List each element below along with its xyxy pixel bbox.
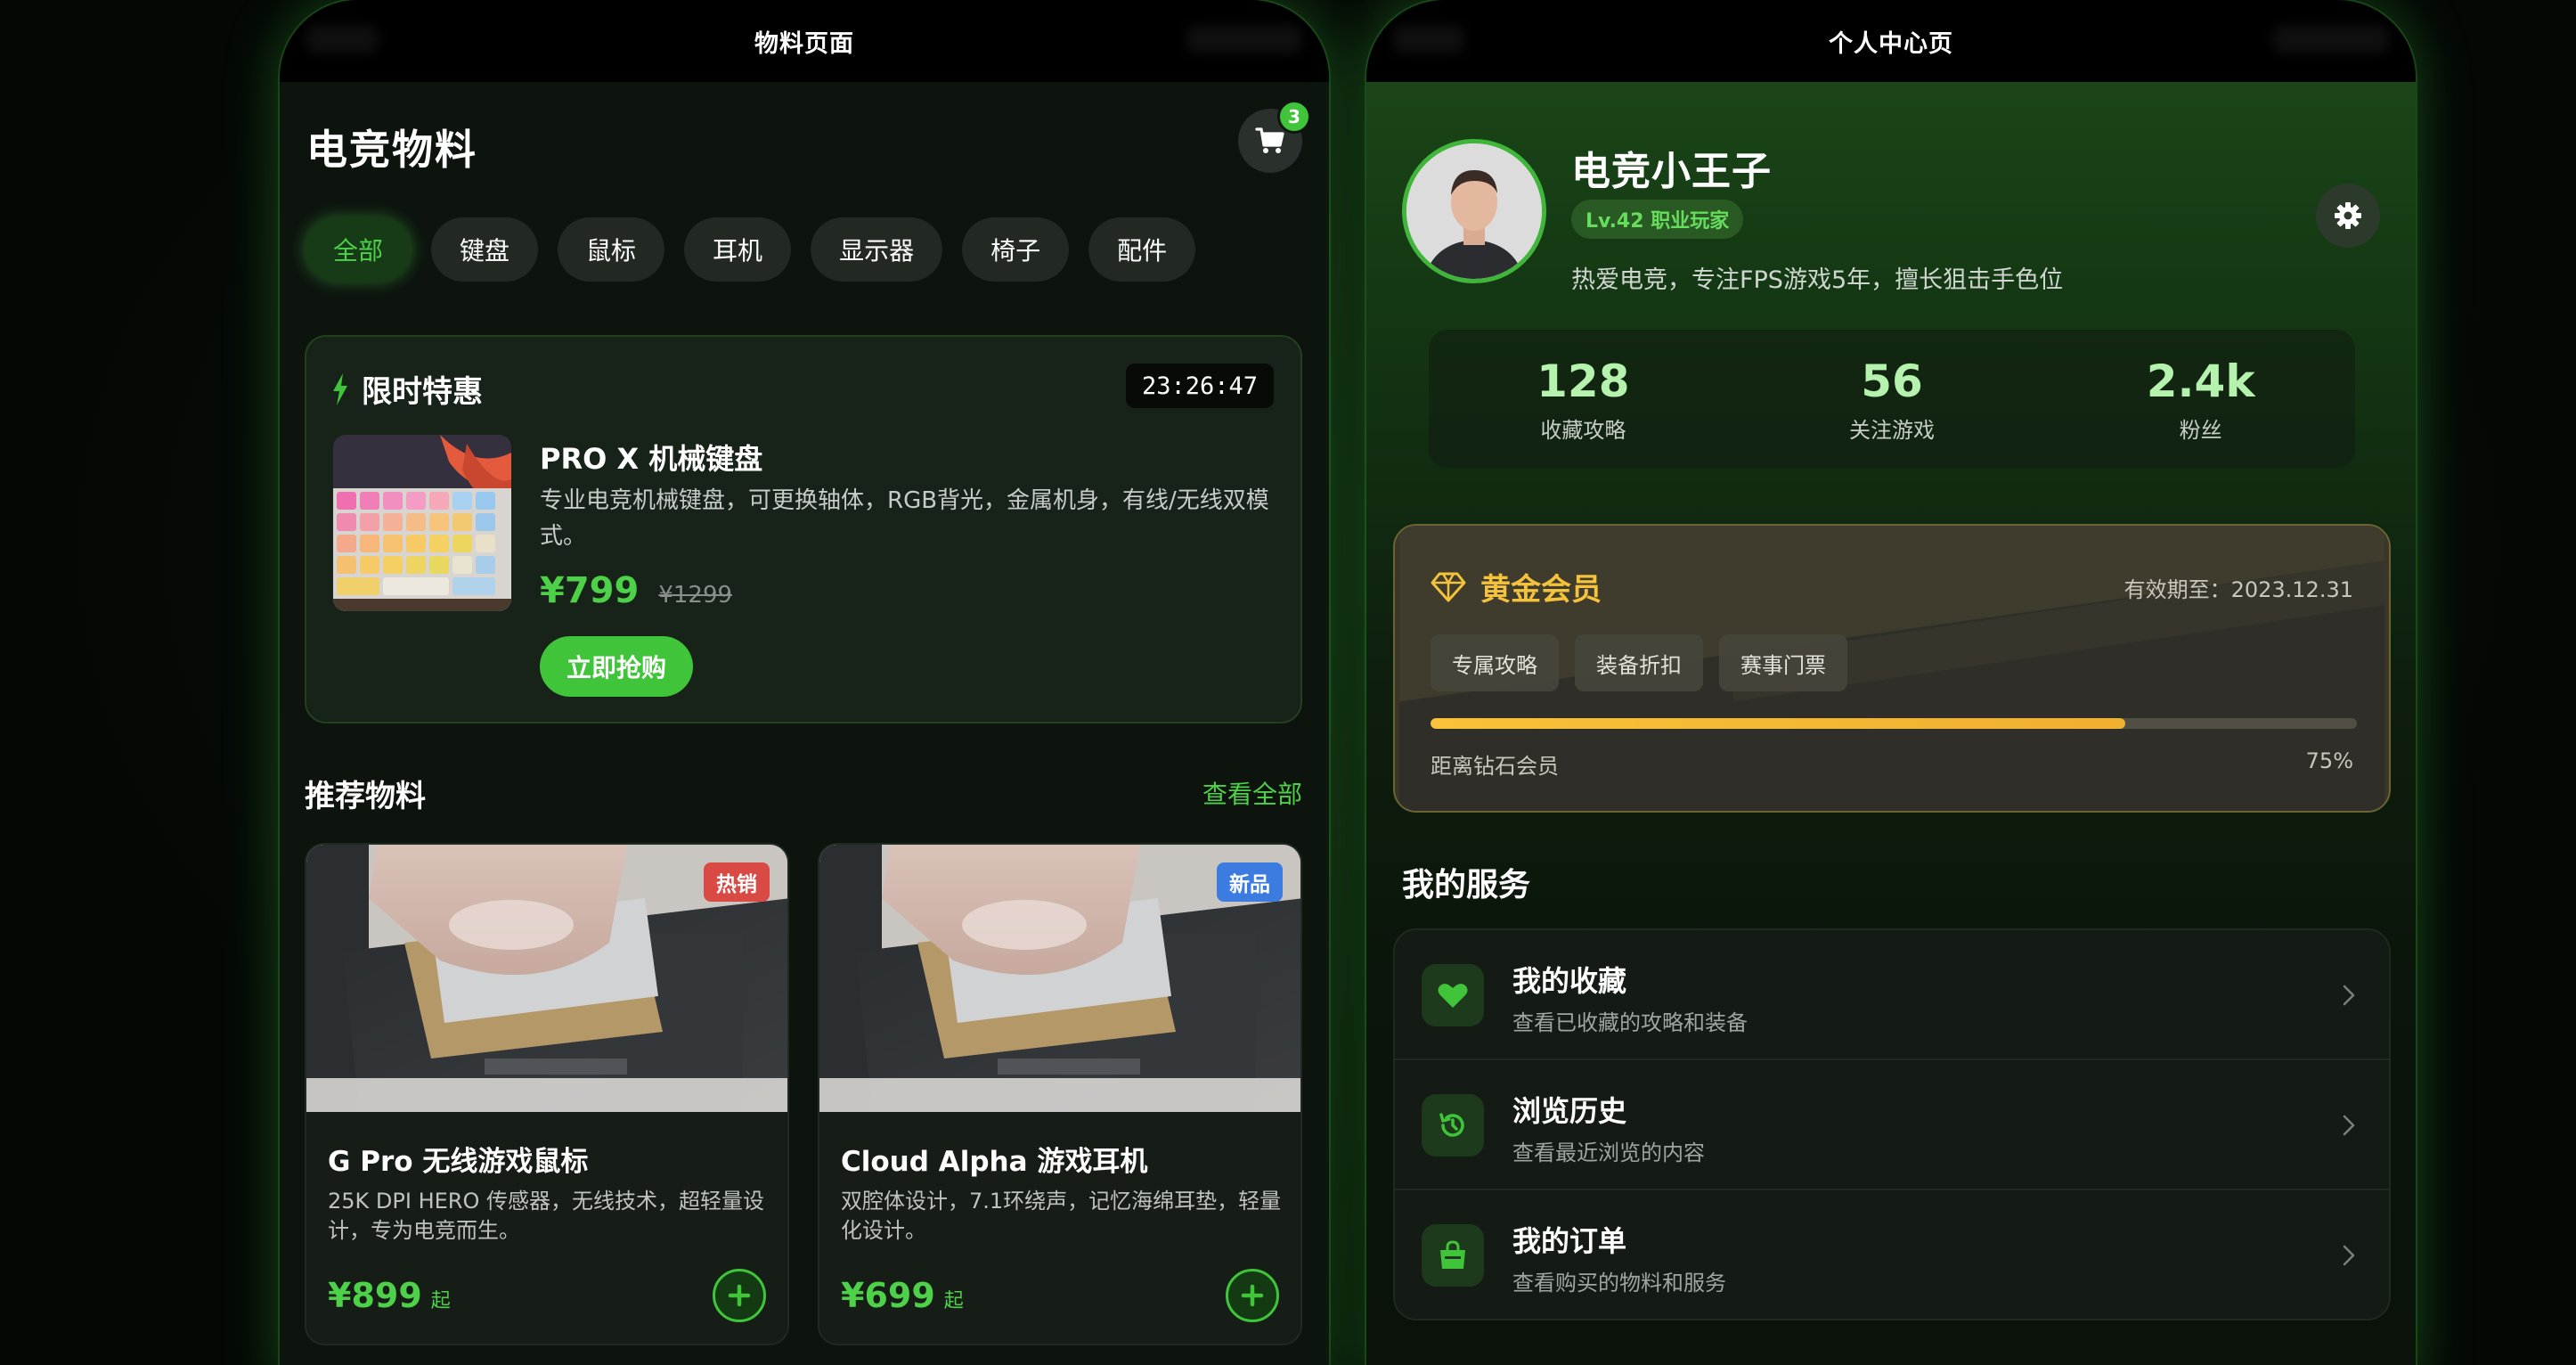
vip-progress-text: 75% bbox=[2305, 748, 2353, 773]
vip-progress-hint: 距离钻石会员 bbox=[1431, 754, 1559, 779]
service-name: 我的收藏 bbox=[1512, 964, 1627, 998]
settings-button[interactable] bbox=[2316, 184, 2380, 248]
heart-icon bbox=[1438, 984, 1468, 1008]
lightning-icon bbox=[333, 372, 347, 405]
add-to-cart-button[interactable] bbox=[713, 1269, 766, 1322]
status-bar: 物料页面 bbox=[280, 0, 1329, 82]
countdown-timer: 23:26:47 bbox=[1125, 364, 1274, 408]
product-image: 热销 bbox=[306, 845, 787, 1112]
service-name: 我的订单 bbox=[1512, 1224, 1627, 1258]
perk-item[interactable]: 赛事门票 bbox=[1719, 634, 1847, 691]
flash-sale-header: 限时特惠 bbox=[331, 367, 483, 411]
hot-badge: 热销 bbox=[704, 862, 770, 902]
services-title: 我的服务 bbox=[1402, 867, 1531, 903]
price-suffix: 起 bbox=[430, 1290, 451, 1312]
service-favorites[interactable]: 我的收藏 查看已收藏的攻略和装备 bbox=[1395, 930, 2389, 1060]
vip-progress-fill bbox=[1431, 718, 2125, 729]
tab-all[interactable]: 全部 bbox=[305, 217, 412, 282]
product-desc: 25K DPI HERO 传感器，无线技术，超轻量设计，专为电竞而生。 bbox=[328, 1189, 764, 1243]
tab-monitor[interactable]: 显示器 bbox=[811, 217, 943, 282]
recommend-title: 推荐物料 bbox=[305, 779, 426, 814]
keyboard-image[interactable] bbox=[333, 435, 511, 611]
shopping-bag-icon bbox=[1440, 1240, 1465, 1269]
history-icon bbox=[1439, 1113, 1464, 1137]
product-card[interactable]: 新品 Cloud Alpha 游戏耳机 双腔体设计，7.1环绕声，记忆海绵耳垫，… bbox=[818, 843, 1302, 1345]
stats-panel: 128 收藏攻略 56 关注游戏 2.4k 粉丝 bbox=[1429, 330, 2355, 469]
perk-item[interactable]: 装备折扣 bbox=[1575, 634, 1703, 691]
user-name: 电竞小王子 bbox=[1571, 149, 1772, 194]
diamond-icon bbox=[1431, 572, 1466, 601]
vip-header: 黄金会员 bbox=[1431, 565, 1602, 609]
chevron-right-icon bbox=[2343, 1245, 2355, 1266]
plus-icon bbox=[1241, 1284, 1264, 1307]
chevron-right-icon bbox=[2343, 1115, 2355, 1136]
flash-product-name[interactable]: PRO X 机械键盘 bbox=[540, 437, 762, 478]
avatar[interactable] bbox=[1402, 139, 1546, 283]
stat-fans[interactable]: 2.4k 粉丝 bbox=[2046, 330, 2355, 469]
category-tabs: 全部 键盘 鼠标 耳机 显示器 椅子 配件 bbox=[305, 217, 1196, 282]
flash-old-price: ¥1299 bbox=[658, 582, 733, 609]
flash-price: ¥799 bbox=[540, 570, 640, 611]
product-name: G Pro 无线游戏鼠标 bbox=[328, 1146, 589, 1178]
product-name: Cloud Alpha 游戏耳机 bbox=[841, 1146, 1148, 1178]
service-history[interactable]: 浏览历史 查看最近浏览的内容 bbox=[1395, 1060, 2389, 1190]
product-price: ¥699 bbox=[841, 1276, 935, 1315]
flash-sale-card: 限时特惠 23:26:47 PRO X 机械键盘 专业电竞机械键盘，可更换轴体，… bbox=[305, 335, 1302, 723]
vip-perks: 专属攻略 装备折扣 赛事门票 bbox=[1431, 634, 1847, 691]
product-card[interactable]: 热销 G Pro 无线游戏鼠标 25K DPI HERO 传感器，无线技术，超轻… bbox=[305, 843, 789, 1345]
vip-progress-bar bbox=[1431, 718, 2357, 729]
service-name: 浏览历史 bbox=[1512, 1094, 1627, 1128]
status-title: 物料页面 bbox=[754, 29, 854, 58]
add-to-cart-button[interactable] bbox=[1226, 1269, 1279, 1322]
tab-keyboard[interactable]: 键盘 bbox=[431, 217, 539, 282]
new-badge: 新品 bbox=[1217, 862, 1283, 902]
cart-count-badge: 3 bbox=[1277, 100, 1311, 134]
level-badge: Lv.42 职业玩家 bbox=[1571, 200, 1744, 239]
service-desc: 查看最近浏览的内容 bbox=[1512, 1140, 1705, 1165]
tab-chair[interactable]: 椅子 bbox=[962, 217, 1070, 282]
service-desc: 查看购买的物料和服务 bbox=[1512, 1271, 1726, 1296]
stat-following[interactable]: 56 关注游戏 bbox=[1738, 330, 2047, 469]
stat-favorites[interactable]: 128 收藏攻略 bbox=[1429, 330, 1738, 469]
page-title: 电竞物料 bbox=[306, 126, 477, 174]
canvas: 物料页面 电竞物料 3 全部 键盘 鼠标 耳机 显示器 椅子 配件 限时特惠 2… bbox=[0, 0, 2576, 1365]
flash-product-desc: 专业电竞机械键盘，可更换轴体，RGB背光，金属机身，有线/无线双模式。 bbox=[540, 487, 1269, 550]
price-suffix: 起 bbox=[943, 1290, 964, 1312]
vip-card[interactable]: 黄金会员 有效期至：2023.12.31 专属攻略 装备折扣 赛事门票 距离钻石… bbox=[1393, 524, 2391, 813]
flash-sale-title: 限时特惠 bbox=[362, 374, 483, 410]
perk-item[interactable]: 专属攻略 bbox=[1431, 634, 1559, 691]
profile-screen: 个人中心页 电竞小王子 Lv.42 职业玩家 热爱电竞，专注FPS游戏5年，擅长… bbox=[1366, 0, 2416, 1365]
view-all-link[interactable]: 查看全部 bbox=[1202, 775, 1302, 811]
product-price-row: ¥699 起 bbox=[841, 1276, 964, 1315]
buy-now-button[interactable]: 立即抢购 bbox=[540, 636, 693, 697]
cart-icon bbox=[1255, 127, 1284, 153]
services-list: 我的收藏 查看已收藏的攻略和装备 浏览历史 查看最近浏览的内容 我的订单 查看购… bbox=[1393, 928, 2391, 1320]
status-title: 个人中心页 bbox=[1829, 29, 1953, 58]
plus-icon bbox=[728, 1284, 751, 1307]
user-bio: 热爱电竞，专注FPS游戏5年，擅长狙击手色位 bbox=[1571, 266, 2064, 294]
chevron-right-icon bbox=[2343, 985, 2355, 1006]
vip-expire: 有效期至：2023.12.31 bbox=[2124, 577, 2353, 602]
product-price-row: ¥899 起 bbox=[328, 1276, 451, 1315]
tab-headset[interactable]: 耳机 bbox=[684, 217, 792, 282]
service-orders[interactable]: 我的订单 查看购买的物料和服务 bbox=[1395, 1190, 2389, 1319]
tab-accessories[interactable]: 配件 bbox=[1088, 217, 1196, 282]
gear-icon bbox=[2335, 202, 2361, 229]
product-price: ¥899 bbox=[328, 1276, 422, 1315]
vip-title: 黄金会员 bbox=[1480, 572, 1602, 608]
service-desc: 查看已收藏的攻略和装备 bbox=[1512, 1010, 1748, 1035]
product-image: 新品 bbox=[819, 845, 1300, 1112]
product-desc: 双腔体设计，7.1环绕声，记忆海绵耳垫，轻量化设计。 bbox=[841, 1189, 1282, 1243]
status-bar: 个人中心页 bbox=[1366, 0, 2416, 82]
flash-price-row: ¥799 ¥1299 bbox=[540, 570, 732, 611]
materials-screen: 物料页面 电竞物料 3 全部 键盘 鼠标 耳机 显示器 椅子 配件 限时特惠 2… bbox=[280, 0, 1329, 1365]
tab-mouse[interactable]: 鼠标 bbox=[558, 217, 665, 282]
